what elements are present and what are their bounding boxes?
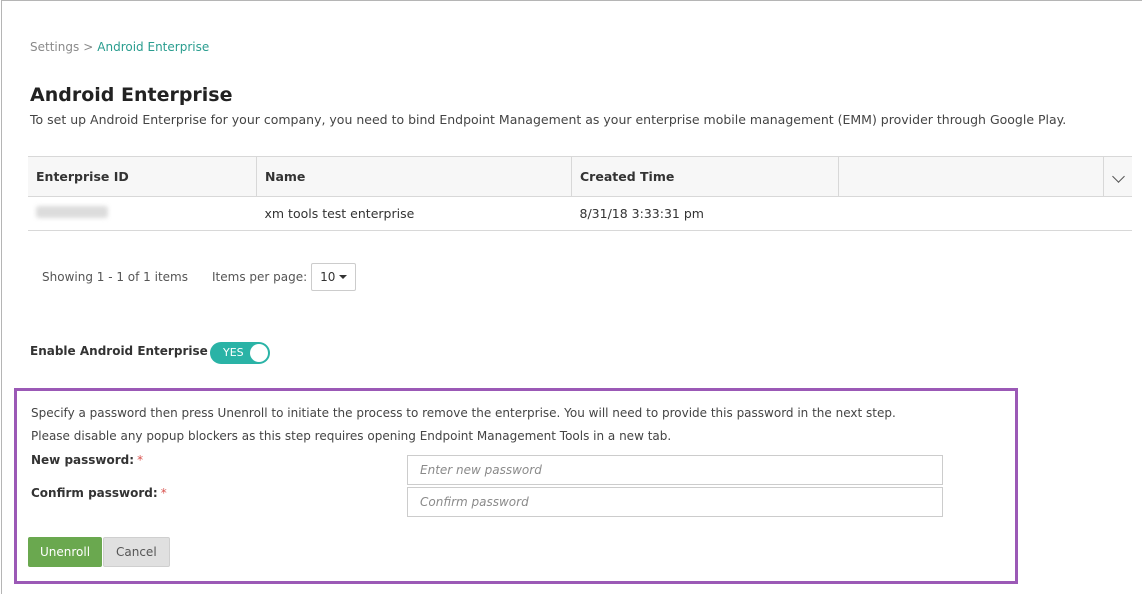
enable-android-enterprise-toggle[interactable]: YES [210, 342, 270, 364]
breadcrumb-current[interactable]: Android Enterprise [97, 40, 209, 54]
toggle-knob [250, 344, 268, 362]
column-menu-button[interactable] [1103, 156, 1132, 197]
breadcrumb-separator: > [83, 40, 94, 54]
required-mark: * [137, 453, 144, 467]
unenroll-panel: Specify a password then press Unenroll t… [14, 388, 1018, 584]
cell-enterprise-id [28, 196, 257, 231]
confirm-password-label: Confirm password: * [31, 486, 167, 500]
column-header-enterprise-id[interactable]: Enterprise ID [28, 156, 257, 197]
breadcrumb-settings-link[interactable]: Settings [30, 40, 79, 54]
required-mark: * [160, 486, 167, 500]
column-header-empty [838, 156, 1104, 197]
table-row[interactable]: xm tools test enterprise 8/31/18 3:33:31… [28, 196, 1132, 231]
pagination: Showing 1 - 1 of 1 items Items per page:… [42, 263, 357, 291]
table-header-row: Enterprise ID Name Created Time [28, 156, 1132, 197]
pagination-summary: Showing 1 - 1 of 1 items [42, 270, 188, 284]
page-description: To set up Android Enterprise for your co… [30, 112, 1067, 127]
column-header-created-time[interactable]: Created Time [571, 156, 839, 197]
unenroll-instruction-2: Please disable any popup blockers as thi… [31, 429, 672, 443]
cancel-button[interactable]: Cancel [103, 537, 170, 567]
new-password-input[interactable] [407, 455, 943, 485]
toggle-state-text: YES [223, 346, 244, 359]
items-per-page-label: Items per page: [212, 270, 308, 284]
confirm-password-label-text: Confirm password: [31, 486, 158, 500]
confirm-password-input[interactable] [407, 487, 943, 517]
chevron-down-icon [1111, 170, 1125, 183]
page-title: Android Enterprise [30, 84, 233, 106]
window-top-border [1, 0, 1142, 1]
cell-menu-empty [1103, 196, 1132, 231]
cell-created-time: 8/31/18 3:33:31 pm [571, 196, 839, 231]
window-left-border [1, 0, 2, 594]
column-header-name[interactable]: Name [256, 156, 572, 197]
cell-name: xm tools test enterprise [256, 196, 572, 231]
cell-empty [838, 196, 1104, 231]
redacted-enterprise-id [36, 206, 108, 218]
unenroll-button[interactable]: Unenroll [28, 537, 103, 567]
breadcrumb: Settings > Android Enterprise [30, 40, 209, 54]
new-password-label: New password: * [31, 453, 143, 467]
enterprise-table: Enterprise ID Name Created Time xm tools… [28, 156, 1132, 231]
new-password-label-text: New password: [31, 453, 135, 467]
items-per-page-value: 10 [320, 270, 336, 284]
unenroll-instruction-1: Specify a password then press Unenroll t… [31, 406, 896, 420]
items-per-page-select[interactable]: 10 [311, 263, 357, 291]
enable-android-enterprise-label: Enable Android Enterprise [30, 344, 208, 358]
caret-down-icon [339, 275, 348, 279]
